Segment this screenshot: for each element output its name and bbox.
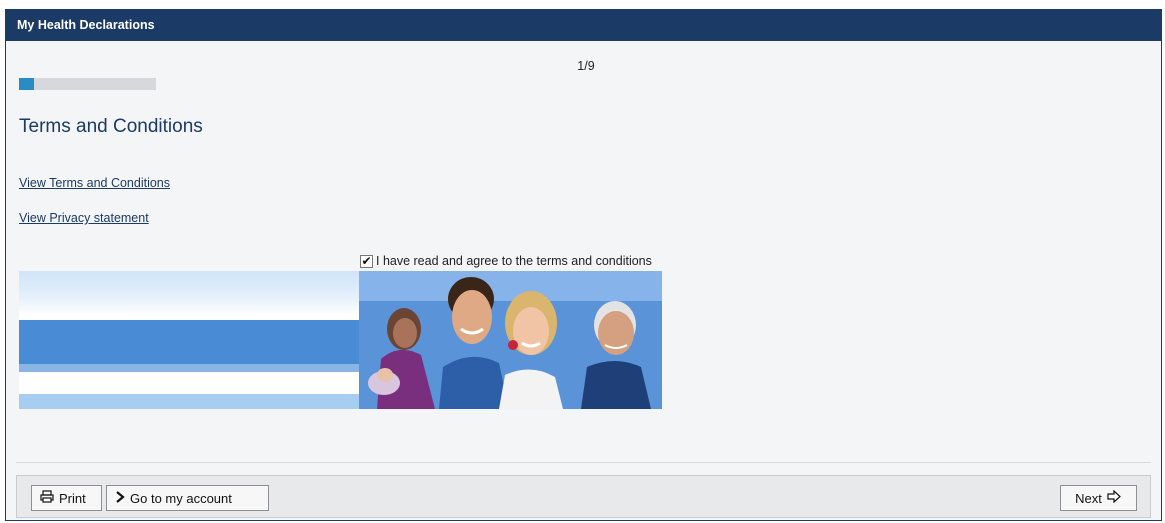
window-title: My Health Declarations bbox=[6, 10, 1161, 41]
print-button[interactable]: Print bbox=[31, 485, 102, 511]
next-button[interactable]: Next bbox=[1060, 485, 1137, 511]
progress-bar bbox=[19, 78, 156, 90]
agree-row: ✔ I have read and agree to the terms and… bbox=[360, 254, 652, 268]
print-label: Print bbox=[59, 490, 86, 506]
agree-checkbox[interactable]: ✔ bbox=[360, 254, 373, 268]
printer-icon bbox=[40, 490, 54, 506]
arrow-right-icon bbox=[1107, 489, 1122, 506]
chevron-right-icon bbox=[115, 490, 125, 506]
view-terms-link[interactable]: View Terms and Conditions bbox=[19, 176, 170, 190]
wizard-content: 1/9 Terms and Conditions View Terms and … bbox=[6, 41, 1161, 459]
footer-divider bbox=[16, 462, 1151, 463]
footer-toolbar: Print Go to my account Next bbox=[16, 475, 1151, 518]
account-label: Go to my account bbox=[130, 490, 232, 506]
family-banner-image bbox=[19, 271, 662, 409]
page-title: Terms and Conditions bbox=[19, 116, 203, 137]
step-counter: 1/9 bbox=[577, 59, 595, 73]
people-photo bbox=[359, 271, 662, 409]
agree-label[interactable]: I have read and agree to the terms and c… bbox=[376, 254, 652, 268]
health-declarations-window: My Health Declarations 1/9 Terms and Con… bbox=[5, 9, 1162, 521]
next-label: Next bbox=[1075, 490, 1102, 506]
progress-fill bbox=[19, 78, 35, 90]
view-privacy-link[interactable]: View Privacy statement bbox=[19, 211, 149, 225]
go-to-account-button[interactable]: Go to my account bbox=[106, 485, 269, 511]
